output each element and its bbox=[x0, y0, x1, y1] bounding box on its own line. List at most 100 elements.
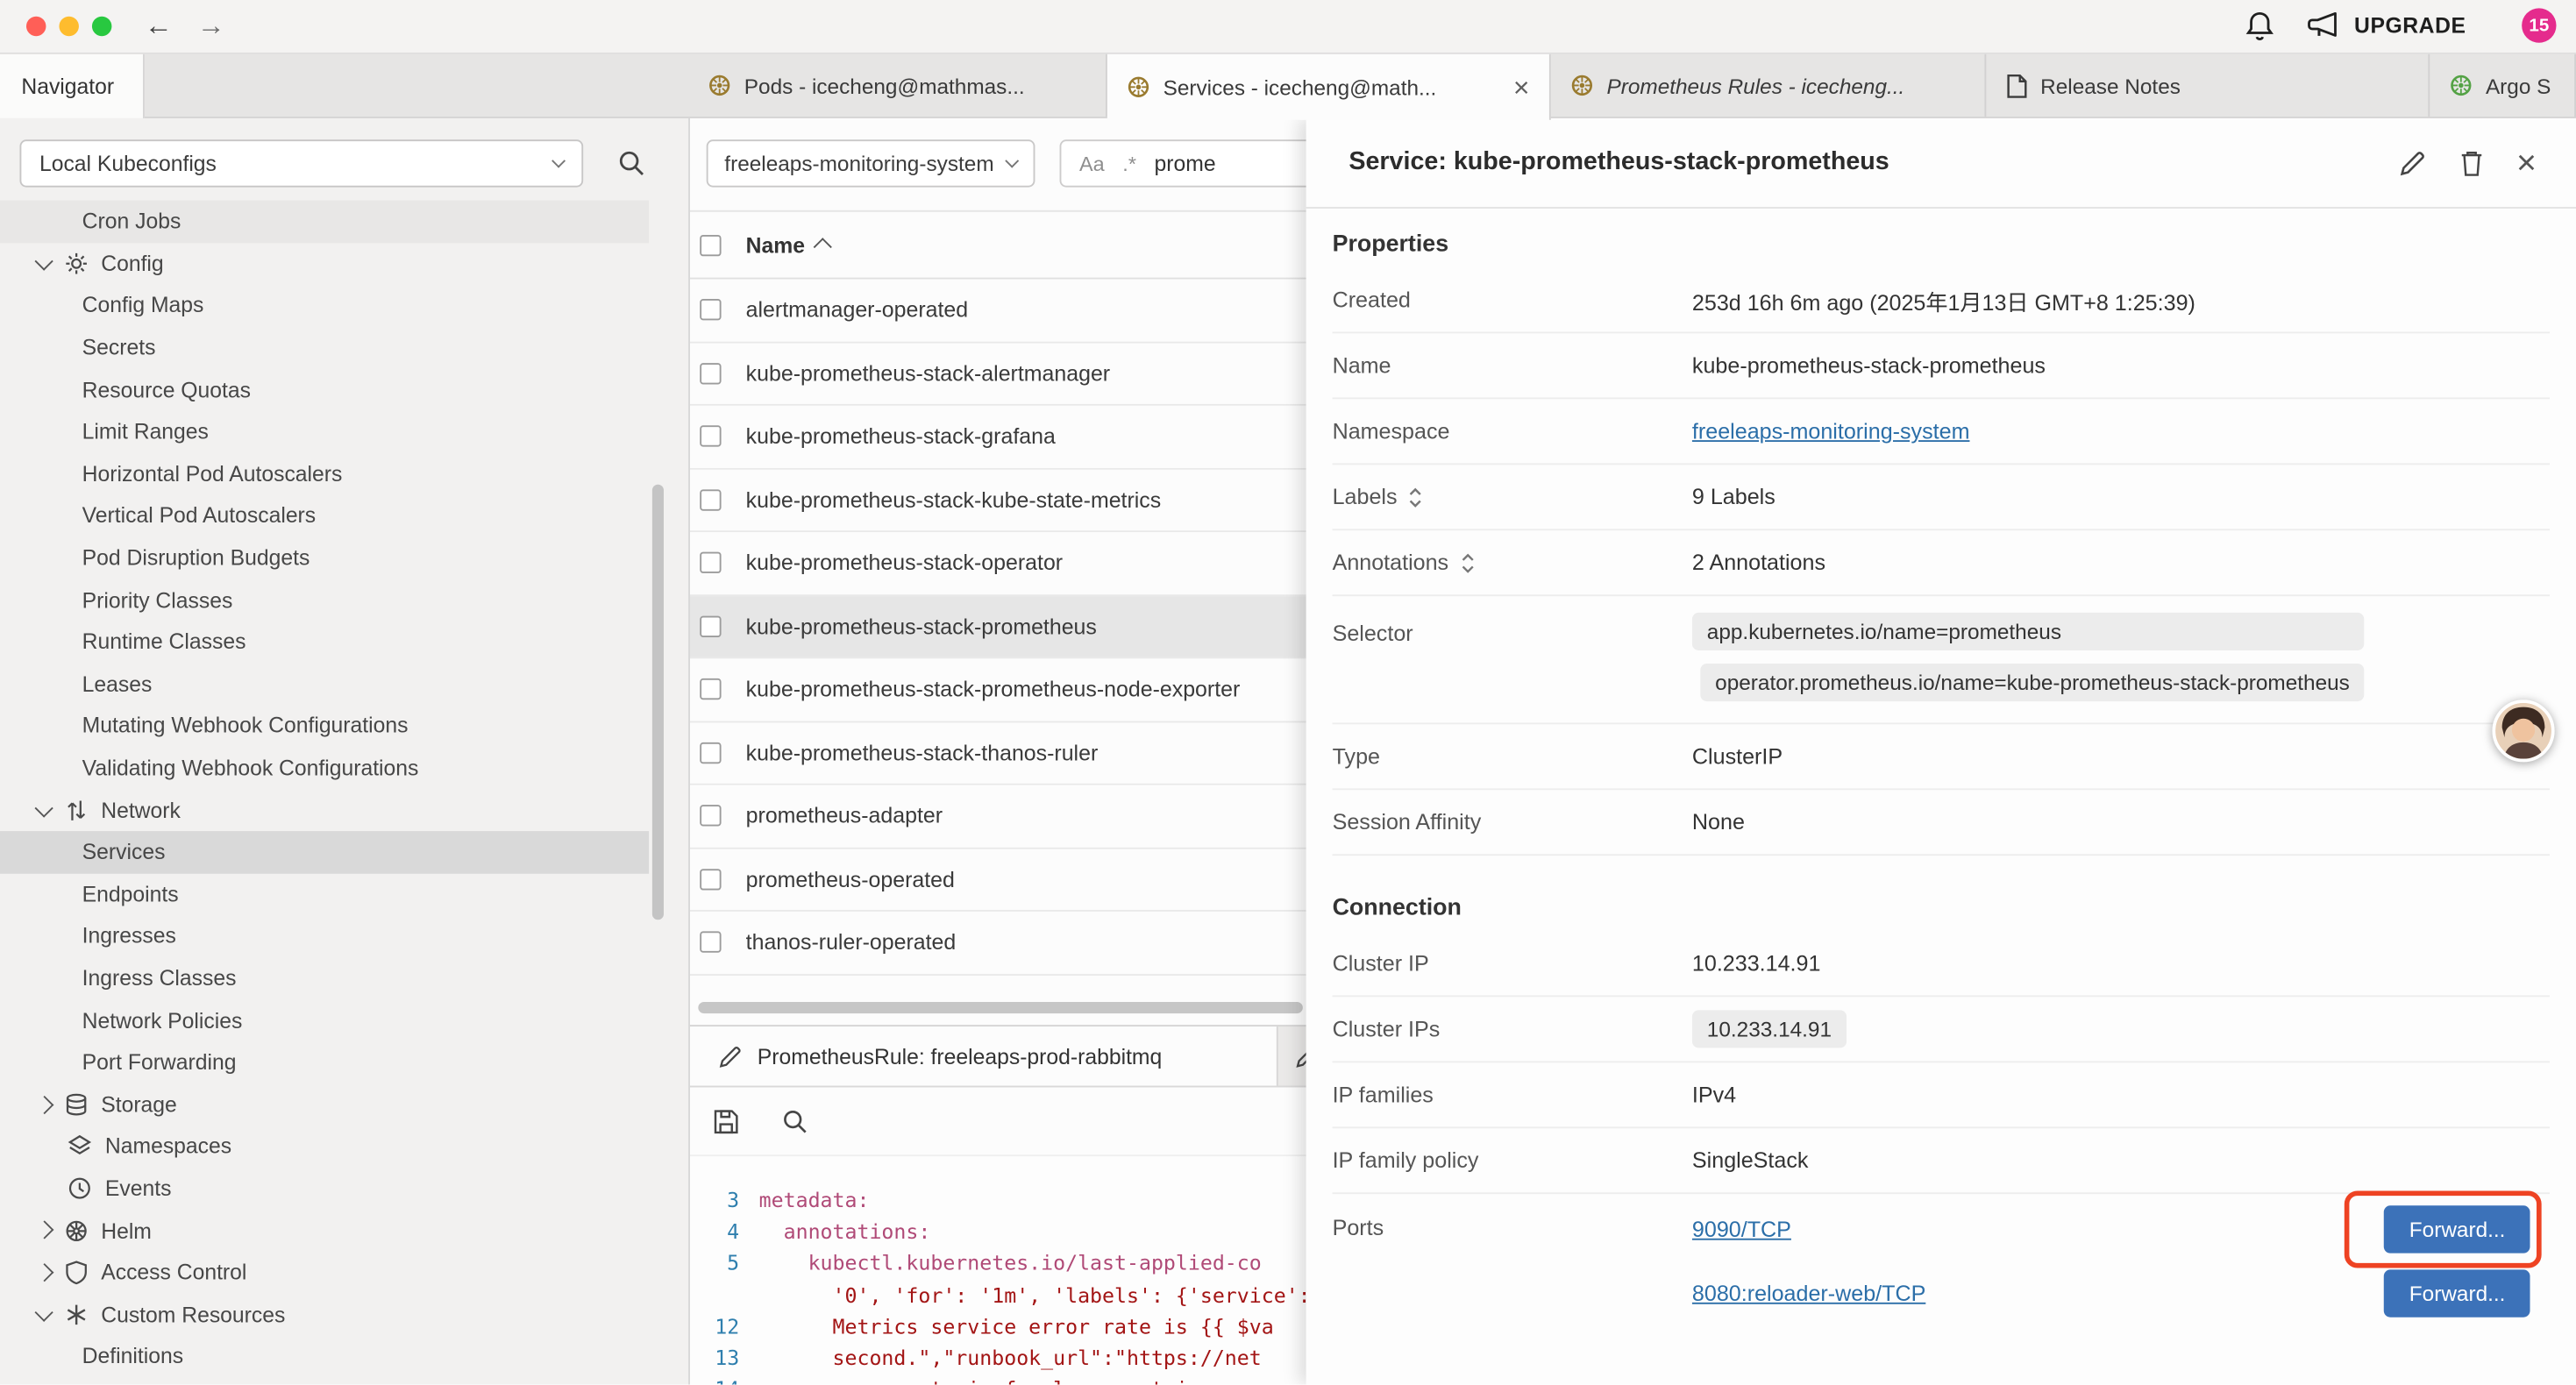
drawer-row-cluster-ips: Cluster IPs 10.233.14.91 bbox=[1333, 997, 2550, 1062]
selector-label: Selector bbox=[1333, 621, 1413, 645]
ip-family-policy-value: SingleStack bbox=[1692, 1148, 1809, 1173]
kubeconfig-selector[interactable]: Local Kubeconfigs bbox=[19, 139, 583, 187]
avatar[interactable] bbox=[2492, 700, 2554, 762]
close-icon[interactable]: × bbox=[1513, 73, 1530, 101]
sidebar-item-access-control[interactable]: Access Control bbox=[0, 1251, 688, 1293]
search-icon[interactable] bbox=[782, 1108, 808, 1134]
sidebar-item-helm[interactable]: Helm bbox=[0, 1210, 688, 1252]
horizontal-scrollbar[interactable] bbox=[698, 1002, 1303, 1013]
regex-toggle[interactable]: .* bbox=[1122, 152, 1136, 174]
chevron-right-icon bbox=[35, 1222, 53, 1239]
sidebar-item-pod-disruption-budgets[interactable]: Pod Disruption Budgets bbox=[0, 536, 688, 579]
port-line: 9090/TCP Forward... bbox=[1692, 1197, 2550, 1261]
upgrade-button[interactable]: UPGRADE bbox=[2307, 10, 2466, 39]
trash-icon[interactable] bbox=[2459, 149, 2483, 177]
bell-icon[interactable] bbox=[2245, 10, 2276, 42]
cluster-ips-badge: 10.233.14.91 bbox=[1692, 1010, 1847, 1048]
row-checkbox[interactable] bbox=[700, 742, 721, 763]
sidebar-item-config-maps[interactable]: Config Maps bbox=[0, 285, 688, 327]
line-number: 5 bbox=[690, 1247, 759, 1279]
sidebar-item-validating-webhook-configurations[interactable]: Validating Webhook Configurations bbox=[0, 747, 688, 789]
window-close-button[interactable] bbox=[26, 17, 46, 36]
row-checkbox[interactable] bbox=[700, 363, 721, 384]
tab-argo[interactable]: Argo S bbox=[2430, 54, 2576, 117]
ports-label: Ports bbox=[1333, 1216, 1384, 1240]
sidebar-item-priority-classes[interactable]: Priority Classes bbox=[0, 579, 688, 621]
sidebar-item-storage[interactable]: Storage bbox=[0, 1083, 688, 1126]
gear-icon bbox=[63, 251, 88, 275]
sidebar-item-custom-resources[interactable]: Custom Resources bbox=[0, 1293, 688, 1335]
sidebar-item-network[interactable]: Network bbox=[0, 789, 688, 831]
sidebar-item-definitions[interactable]: Definitions bbox=[0, 1335, 688, 1377]
sidebar-item-services[interactable]: Services bbox=[0, 831, 649, 873]
drawer-row-ip-families: IP families IPv4 bbox=[1333, 1062, 2550, 1128]
select-all-checkbox[interactable] bbox=[700, 234, 721, 255]
sidebar-item-secrets[interactable]: Secrets bbox=[0, 326, 688, 368]
forward-button[interactable]: Forward... bbox=[2385, 1269, 2530, 1317]
forward-arrow-icon[interactable]: → bbox=[197, 6, 225, 46]
window-minimize-button[interactable] bbox=[59, 17, 78, 36]
sidebar-item-ingress-classes[interactable]: Ingress Classes bbox=[0, 957, 688, 999]
row-checkbox[interactable] bbox=[700, 806, 721, 827]
session-affinity-value: None bbox=[1692, 810, 1745, 835]
sidebar-item-events[interactable]: Events bbox=[0, 1168, 688, 1210]
forward-button[interactable]: Forward... bbox=[2385, 1205, 2530, 1253]
match-case-toggle[interactable]: Aa bbox=[1079, 152, 1105, 174]
line-number: 3 bbox=[690, 1184, 759, 1216]
sidebar-item-runtime-classes[interactable]: Runtime Classes bbox=[0, 621, 688, 663]
name-column-header[interactable]: Name bbox=[746, 232, 829, 257]
sidebar-item-cron-jobs[interactable]: Cron Jobs bbox=[0, 201, 649, 243]
row-checkbox[interactable] bbox=[700, 869, 721, 890]
row-checkbox[interactable] bbox=[700, 299, 721, 320]
dock-tab-prometheusrule[interactable]: PrometheusRule: freeleaps-prod-rabbitmq bbox=[690, 1026, 1278, 1085]
tab-bar: Navigator Pods - icecheng@mathmas... Ser… bbox=[0, 54, 2576, 118]
code-line: kubectl.kubernetes.io/last-applied-co bbox=[759, 1247, 1262, 1279]
namespace-selector[interactable]: freeleaps-monitoring-system bbox=[707, 139, 1035, 187]
sidebar-item-limit-ranges[interactable]: Limit Ranges bbox=[0, 410, 688, 452]
save-icon[interactable] bbox=[713, 1108, 739, 1134]
sidebar-item-leases[interactable]: Leases bbox=[0, 663, 688, 705]
expand-collapse-icon[interactable] bbox=[1460, 551, 1475, 574]
row-checkbox[interactable] bbox=[700, 678, 721, 700]
search-icon[interactable] bbox=[618, 150, 646, 178]
sidebar-item-vertical-pod-autoscalers[interactable]: Vertical Pod Autoscalers bbox=[0, 494, 688, 536]
tab-gap bbox=[145, 54, 688, 117]
port-link[interactable]: 9090/TCP bbox=[1692, 1217, 1791, 1241]
row-checkbox[interactable] bbox=[700, 615, 721, 636]
tab-prometheus-rules[interactable]: Prometheus Rules - icecheng... bbox=[1551, 54, 1987, 117]
row-checkbox[interactable] bbox=[700, 426, 721, 447]
notification-badge[interactable]: 15 bbox=[2522, 8, 2556, 42]
helm-wheel-icon bbox=[63, 1218, 88, 1242]
sidebar-item-port-forwarding[interactable]: Port Forwarding bbox=[0, 1041, 688, 1083]
row-checkbox[interactable] bbox=[700, 552, 721, 573]
drawer-row-created: Created 253d 16h 6m ago (2025年1月13日 GMT+… bbox=[1333, 267, 2550, 333]
sidebar-item-ingresses[interactable]: Ingresses bbox=[0, 915, 688, 957]
row-checkbox[interactable] bbox=[700, 489, 721, 510]
sidebar-item-network-policies[interactable]: Network Policies bbox=[0, 999, 688, 1041]
labels-value: 9 Labels bbox=[1692, 485, 1775, 509]
namespace-link[interactable]: freeleaps-monitoring-system bbox=[1692, 419, 1970, 444]
tab-label: Services - icecheng@math... bbox=[1163, 75, 1437, 99]
expand-collapse-icon[interactable] bbox=[1409, 486, 1424, 508]
tab-release-notes[interactable]: Release Notes bbox=[1986, 54, 2430, 117]
window-maximize-button[interactable] bbox=[92, 17, 111, 36]
edit-icon[interactable] bbox=[2398, 149, 2426, 177]
sidebar-item-resource-quotas[interactable]: Resource Quotas bbox=[0, 368, 688, 410]
sidebar-item-mutating-webhook-configurations[interactable]: Mutating Webhook Configurations bbox=[0, 705, 688, 747]
sidebar-scrollbar[interactable] bbox=[652, 485, 664, 920]
tab-services[interactable]: Services - icecheng@math... × bbox=[1107, 54, 1551, 120]
sidebar-item-horizontal-pod-autoscalers[interactable]: Horizontal Pod Autoscalers bbox=[0, 452, 688, 494]
labels-label: Labels bbox=[1333, 485, 1398, 509]
code-line: '0', 'for': '1m', 'labels': {'service': … bbox=[759, 1279, 1348, 1310]
close-icon[interactable]: × bbox=[2516, 146, 2537, 180]
port-link[interactable]: 8080:reloader-web/TCP bbox=[1692, 1282, 1925, 1306]
row-checkbox[interactable] bbox=[700, 932, 721, 953]
sidebar-item-namespaces[interactable]: Namespaces bbox=[0, 1126, 688, 1168]
tab-pods[interactable]: Pods - icecheng@mathmas... bbox=[688, 54, 1107, 117]
network-arrows-icon bbox=[63, 798, 88, 822]
kubernetes-wheel-green-icon bbox=[2450, 74, 2473, 96]
back-arrow-icon[interactable]: ← bbox=[145, 6, 173, 46]
sidebar-item-endpoints[interactable]: Endpoints bbox=[0, 873, 688, 915]
sidebar-item-config[interactable]: Config bbox=[0, 243, 688, 285]
navigator-sidebar: Local Kubeconfigs Cron Jobs Config Confi… bbox=[0, 118, 690, 1385]
